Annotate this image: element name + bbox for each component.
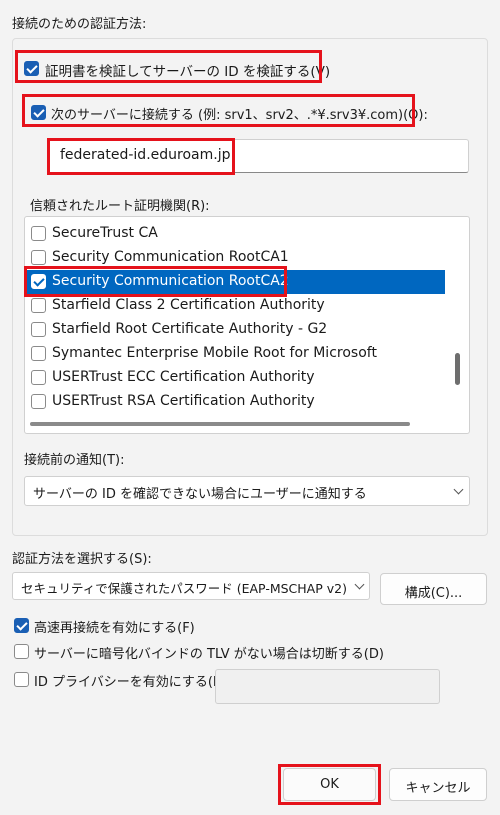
chevron-down-icon bbox=[354, 579, 365, 590]
identity-privacy-label: ID プライバシーを有効にする(I) bbox=[34, 675, 222, 690]
fast-reconnect-check-box[interactable] bbox=[14, 618, 29, 633]
auth-section-title: 接続のための認証方法: bbox=[12, 17, 147, 32]
ca-item-label: USERTrust ECC Certification Authority bbox=[52, 369, 315, 385]
vertical-scrollbar[interactable] bbox=[455, 353, 460, 385]
fast-reconnect-label: 高速再接続を有効にする(F) bbox=[34, 621, 195, 636]
ca-item-checkbox[interactable] bbox=[31, 250, 46, 265]
highlight-server-input bbox=[47, 138, 235, 175]
method-dropdown[interactable]: セキュリティで保護されたパスワード (EAP-MSCHAP v2) bbox=[12, 572, 370, 600]
horizontal-scrollbar[interactable] bbox=[30, 422, 410, 426]
ca-item-label: SecureTrust CA bbox=[52, 225, 158, 241]
ca-item-label: Starfield Root Certificate Authority - G… bbox=[52, 321, 328, 337]
ca-item-label: Symantec Enterprise Mobile Root for Micr… bbox=[52, 345, 377, 361]
notify-dropdown[interactable]: サーバーの ID を確認できない場合にユーザーに通知する bbox=[24, 476, 470, 506]
identity-privacy-checkbox[interactable]: ID プライバシーを有効にする(I) bbox=[14, 670, 222, 690]
ca-item-checkbox[interactable] bbox=[31, 370, 46, 385]
highlight-ok-button bbox=[278, 764, 381, 805]
ca-list-item[interactable]: Symantec Enterprise Mobile Root for Micr… bbox=[25, 342, 445, 366]
ca-item-checkbox[interactable] bbox=[31, 322, 46, 337]
ca-list-item[interactable]: USERTrust RSA Certification Authority bbox=[25, 390, 445, 414]
cancel-label: キャンセル bbox=[405, 781, 471, 796]
ca-item-label: USERTrust RSA Certification Authority bbox=[52, 393, 315, 409]
notify-value: サーバーの ID を確認できない場合にユーザーに通知する bbox=[33, 487, 367, 502]
trusted-ca-list[interactable]: SecureTrust CA Security Communication Roo… bbox=[24, 216, 470, 434]
notify-label: 接続前の通知(T): bbox=[24, 453, 125, 468]
fast-reconnect-checkbox[interactable]: 高速再接続を有効にする(F) bbox=[14, 616, 254, 636]
configure-label: 構成(C)... bbox=[404, 586, 463, 601]
ca-item-checkbox[interactable] bbox=[31, 346, 46, 361]
disconnect-tlv-check-box[interactable] bbox=[14, 644, 29, 659]
disconnect-tlv-checkbox[interactable]: サーバーに暗号化バインドの TLV がない場合は切断する(D) bbox=[14, 642, 394, 662]
configure-button[interactable]: 構成(C)... bbox=[380, 573, 487, 605]
ca-item-label: Security Communication RootCA1 bbox=[52, 249, 289, 265]
highlight-connect-servers bbox=[22, 94, 415, 127]
method-label: 認証方法を選択する(S): bbox=[12, 552, 152, 567]
method-value: セキュリティで保護されたパスワード (EAP-MSCHAP v2) bbox=[21, 581, 347, 596]
identity-privacy-input[interactable] bbox=[215, 669, 440, 704]
cancel-button[interactable]: キャンセル bbox=[389, 768, 487, 801]
trusted-ca-label: 信頼されたルート証明機関(R): bbox=[30, 199, 210, 214]
ca-list-item[interactable]: Starfield Class 2 Certification Authorit… bbox=[25, 294, 445, 318]
ca-list-item[interactable]: SecureTrust CA bbox=[25, 222, 445, 246]
ca-list-item[interactable]: USERTrust ECC Certification Authority bbox=[25, 366, 445, 390]
disconnect-tlv-label: サーバーに暗号化バインドの TLV がない場合は切断する(D) bbox=[34, 647, 384, 662]
highlight-selected-ca bbox=[24, 266, 287, 297]
ca-item-checkbox[interactable] bbox=[31, 298, 46, 313]
ca-list-item[interactable]: Starfield Root Certificate Authority - G… bbox=[25, 318, 445, 342]
ca-item-label: Starfield Class 2 Certification Authorit… bbox=[52, 297, 325, 313]
identity-privacy-check-box[interactable] bbox=[14, 672, 29, 687]
ca-item-checkbox[interactable] bbox=[31, 226, 46, 241]
highlight-verify-cert bbox=[15, 50, 322, 83]
chevron-down-icon bbox=[453, 484, 464, 495]
ca-item-checkbox[interactable] bbox=[31, 394, 46, 409]
